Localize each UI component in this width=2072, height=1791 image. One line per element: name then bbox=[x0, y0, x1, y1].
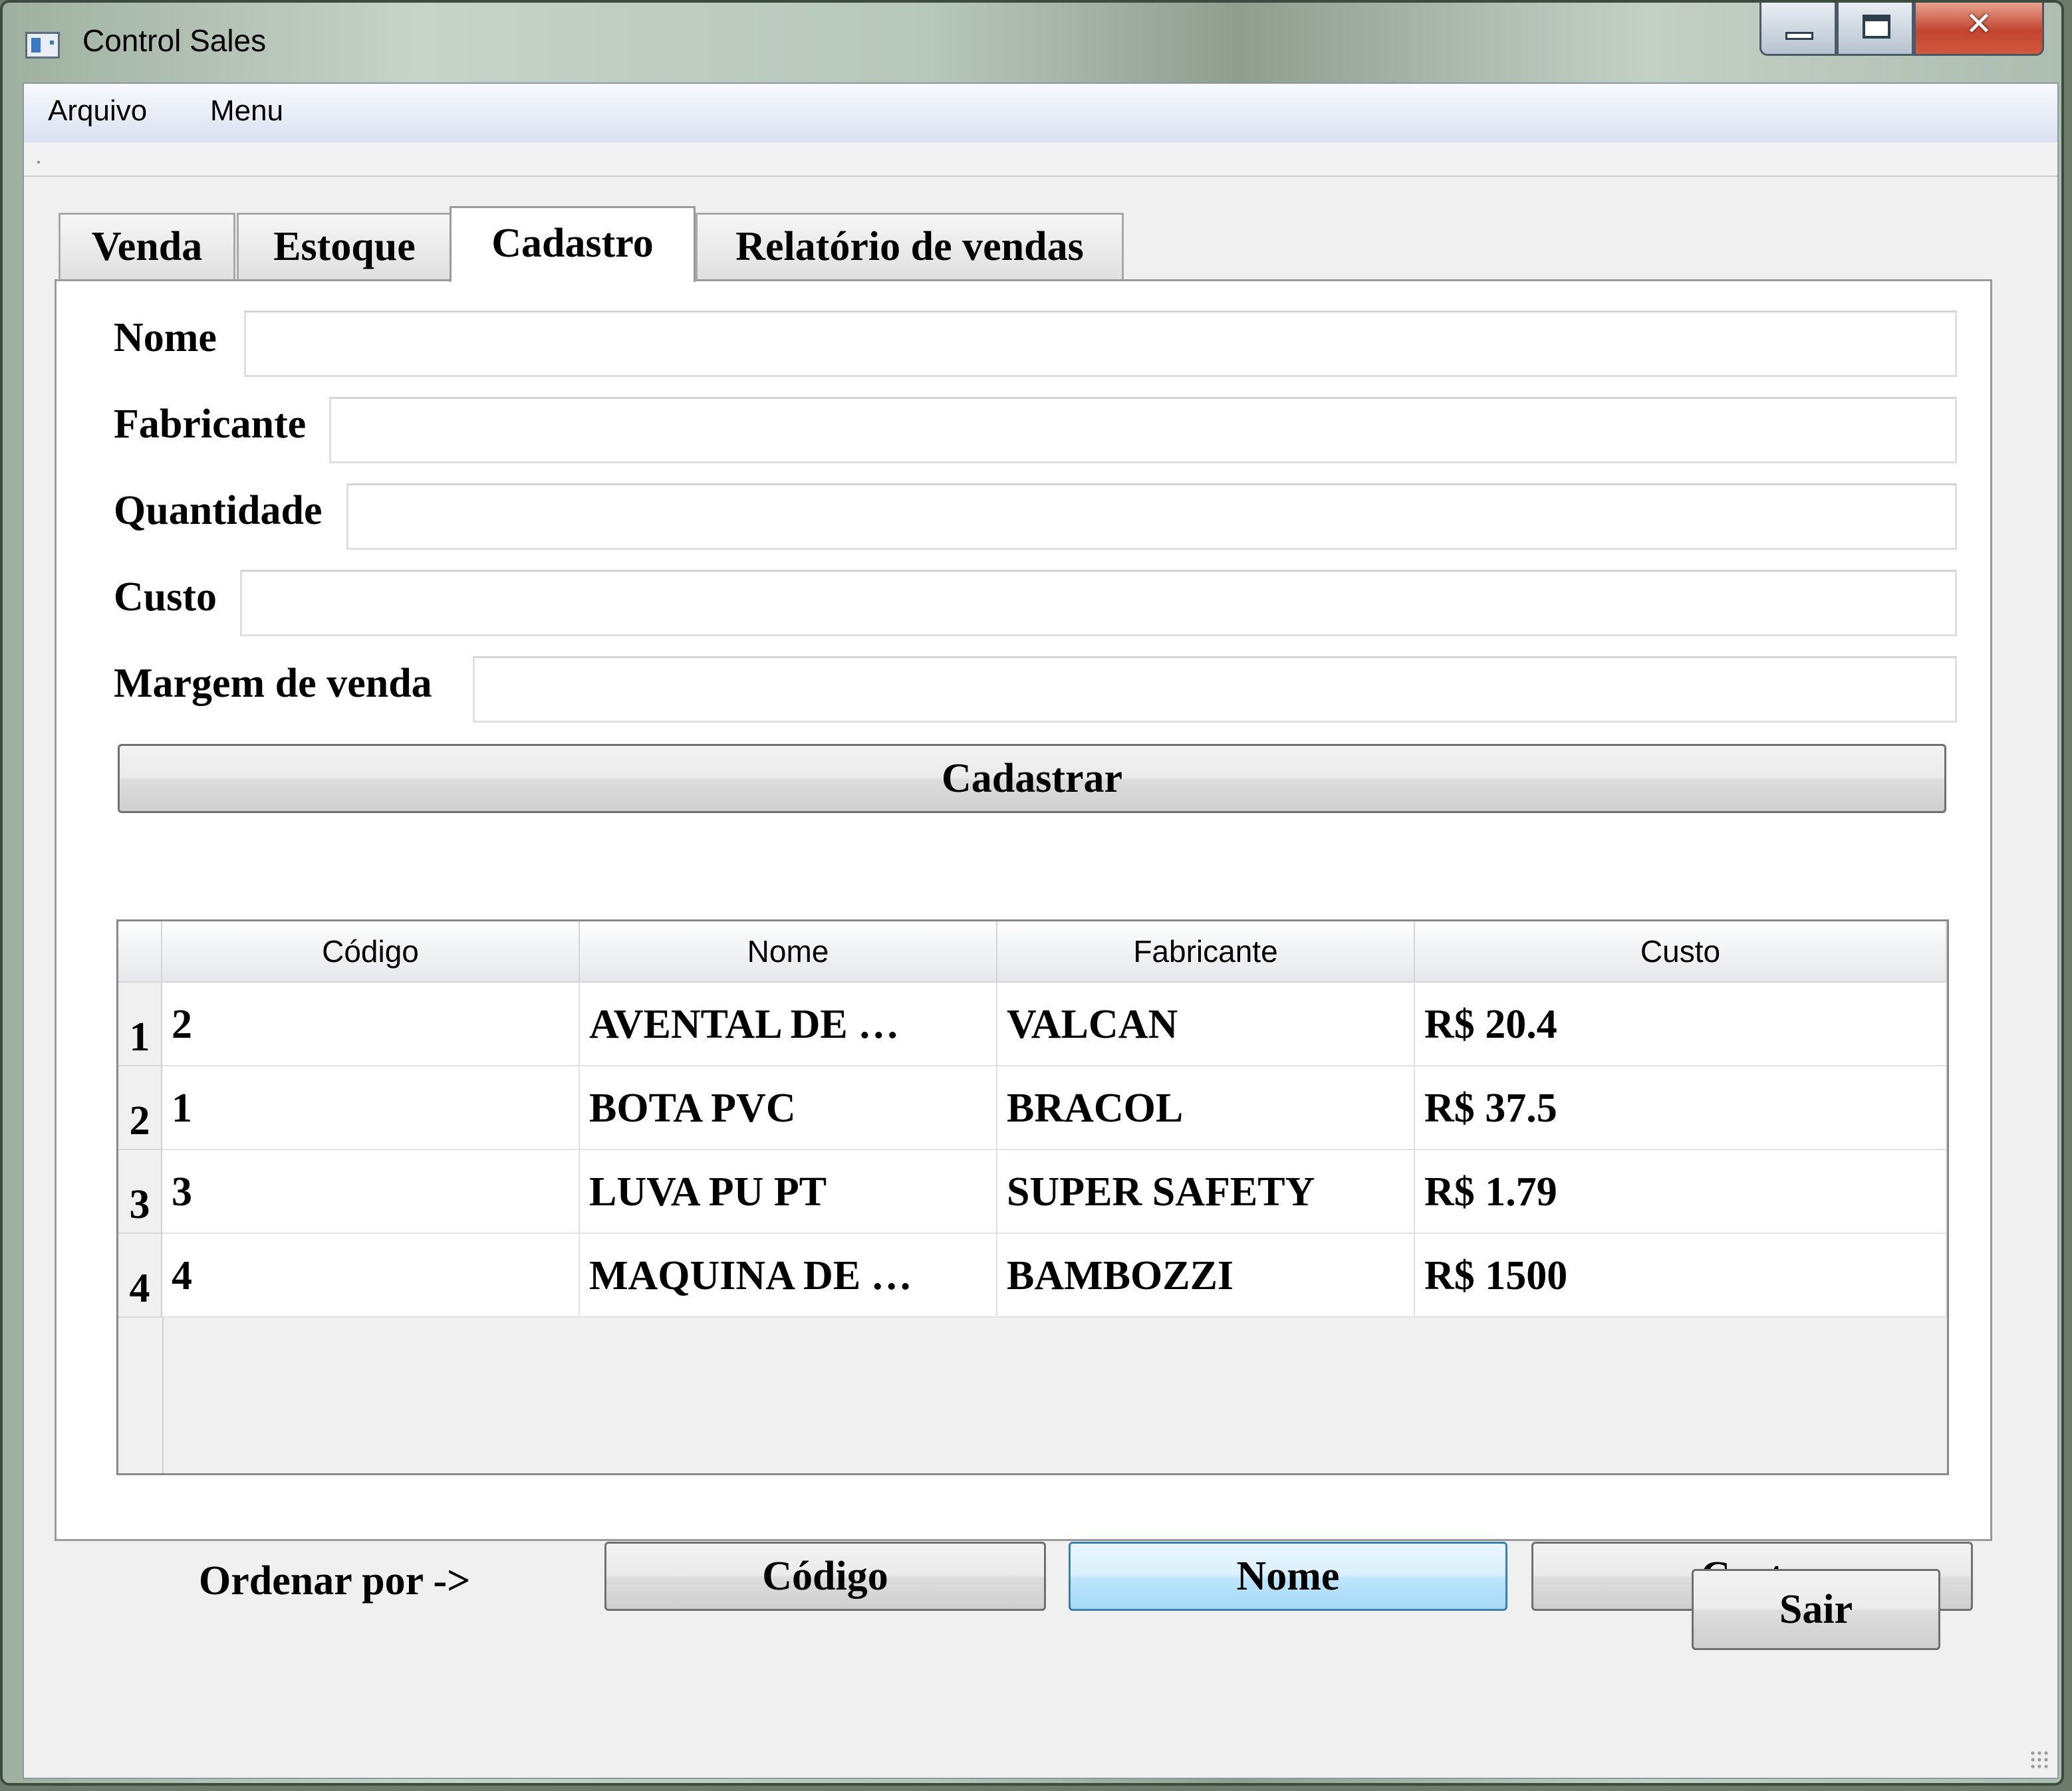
close-icon: ✕ bbox=[1965, 5, 1993, 43]
sort-by-codigo-button[interactable]: Código bbox=[604, 1542, 1046, 1611]
cell-codigo[interactable]: 3 bbox=[162, 1150, 580, 1234]
column-header-custo-label: Custo bbox=[1640, 934, 1721, 969]
cell-custo[interactable]: R$ 1500 bbox=[1415, 1234, 1947, 1318]
table-row[interactable]: 1 2 AVENTAL DE … VALCAN R$ 20.4 bbox=[118, 983, 1947, 1066]
cell-codigo[interactable]: 2 bbox=[162, 983, 580, 1066]
table-corner[interactable] bbox=[118, 921, 162, 983]
resize-grip-icon[interactable] bbox=[2029, 1750, 2049, 1770]
client-area: Arquivo Menu Venda Estoque Cadastro Rela… bbox=[23, 82, 2059, 1779]
tab-venda[interactable]: Venda bbox=[59, 213, 235, 279]
minimize-button[interactable] bbox=[1759, 3, 1837, 56]
app-window-icon[interactable] bbox=[25, 32, 60, 59]
ordenar-por-label: Ordenar por -> bbox=[199, 1558, 471, 1604]
row-number[interactable]: 2 bbox=[118, 1066, 162, 1150]
title-bar[interactable]: Control Sales ✕ bbox=[3, 3, 2061, 82]
minimize-icon bbox=[1785, 32, 1813, 40]
cadastro-panel: Nome Fabricante Quantidade Custo Margem … bbox=[55, 279, 1992, 1611]
quantidade-label: Quantidade bbox=[114, 488, 323, 533]
quantidade-field[interactable] bbox=[346, 483, 1957, 550]
tab-relatorio-de-vendas[interactable]: Relatório de vendas bbox=[696, 213, 1124, 279]
cell-fabricante[interactable]: BAMBOZZI bbox=[997, 1234, 1415, 1318]
nome-field[interactable] bbox=[244, 310, 1957, 377]
column-header-codigo[interactable]: Código bbox=[162, 921, 580, 983]
toolstrip-grip-icon[interactable] bbox=[37, 161, 40, 164]
window-title: Control Sales bbox=[82, 23, 267, 58]
row-number[interactable]: 1 bbox=[118, 983, 162, 1066]
cell-codigo[interactable]: 1 bbox=[162, 1066, 580, 1150]
sort-by-codigo-label: Código bbox=[762, 1553, 888, 1599]
column-header-nome[interactable]: Nome bbox=[580, 921, 997, 983]
sair-button[interactable]: Sair bbox=[1692, 1569, 1940, 1650]
cell-codigo[interactable]: 4 bbox=[162, 1234, 580, 1318]
column-header-fabricante[interactable]: Fabricante bbox=[997, 921, 1415, 983]
maximize-button[interactable] bbox=[1837, 3, 1914, 56]
cell-custo[interactable]: R$ 1.79 bbox=[1415, 1150, 1947, 1234]
table-row[interactable]: 4 4 MAQUINA DE … BAMBOZZI R$ 1500 bbox=[118, 1234, 1947, 1318]
cell-nome[interactable]: LUVA PU PT bbox=[580, 1150, 997, 1234]
row-number[interactable]: 4 bbox=[118, 1234, 162, 1318]
cell-nome[interactable]: MAQUINA DE … bbox=[580, 1234, 997, 1318]
close-button[interactable]: ✕ bbox=[1914, 3, 2044, 56]
tool-strip bbox=[24, 142, 2057, 177]
margem-de-venda-label: Margem de venda bbox=[114, 661, 432, 706]
tab-cadastro[interactable]: Cadastro bbox=[450, 206, 696, 282]
products-table: Código Nome Fabricante Custo 1 2 AVENTAL… bbox=[116, 919, 1949, 1475]
sort-by-nome-button[interactable]: Nome bbox=[1069, 1542, 1507, 1611]
menu-bar: Arquivo Menu bbox=[24, 84, 2057, 144]
cell-custo[interactable]: R$ 20.4 bbox=[1415, 983, 1947, 1066]
cell-nome[interactable]: AVENTAL DE … bbox=[580, 983, 997, 1066]
margem-de-venda-field[interactable] bbox=[473, 656, 1957, 723]
row-number[interactable]: 3 bbox=[118, 1150, 162, 1234]
custo-label: Custo bbox=[114, 574, 217, 620]
column-header-custo[interactable]: Custo bbox=[1415, 921, 1947, 983]
app-window: Control Sales ✕ Arquivo Menu Venda Estoq… bbox=[0, 0, 2064, 1786]
sort-by-nome-label: Nome bbox=[1236, 1553, 1340, 1599]
column-header-codigo-label: Código bbox=[322, 934, 419, 969]
caption-buttons: ✕ bbox=[1759, 3, 2044, 59]
cadastrar-button[interactable]: Cadastrar bbox=[118, 744, 1946, 813]
column-header-fabricante-label: Fabricante bbox=[1133, 934, 1278, 969]
table-row[interactable]: 2 1 BOTA PVC BRACOL R$ 37.5 bbox=[118, 1066, 1947, 1150]
sair-button-label: Sair bbox=[1779, 1586, 1853, 1632]
table-row[interactable]: 3 3 LUVA PU PT SUPER SAFETY R$ 1.79 bbox=[118, 1150, 1947, 1234]
nome-label: Nome bbox=[114, 315, 217, 360]
menu-menu[interactable]: Menu bbox=[210, 94, 283, 128]
column-header-nome-label: Nome bbox=[747, 934, 829, 969]
fabricante-label: Fabricante bbox=[114, 402, 307, 447]
cell-fabricante[interactable]: BRACOL bbox=[997, 1066, 1415, 1150]
cell-custo[interactable]: R$ 37.5 bbox=[1415, 1066, 1947, 1150]
tab-estoque[interactable]: Estoque bbox=[237, 213, 452, 279]
cadastrar-button-label: Cadastrar bbox=[941, 755, 1123, 801]
menu-arquivo[interactable]: Arquivo bbox=[48, 94, 147, 128]
fabricante-field[interactable] bbox=[329, 397, 1957, 463]
cell-fabricante[interactable]: SUPER SAFETY bbox=[997, 1150, 1415, 1234]
cell-nome[interactable]: BOTA PVC bbox=[580, 1066, 997, 1150]
cell-fabricante[interactable]: VALCAN bbox=[997, 983, 1415, 1066]
custo-field[interactable] bbox=[240, 570, 1957, 636]
maximize-icon bbox=[1863, 15, 1890, 39]
